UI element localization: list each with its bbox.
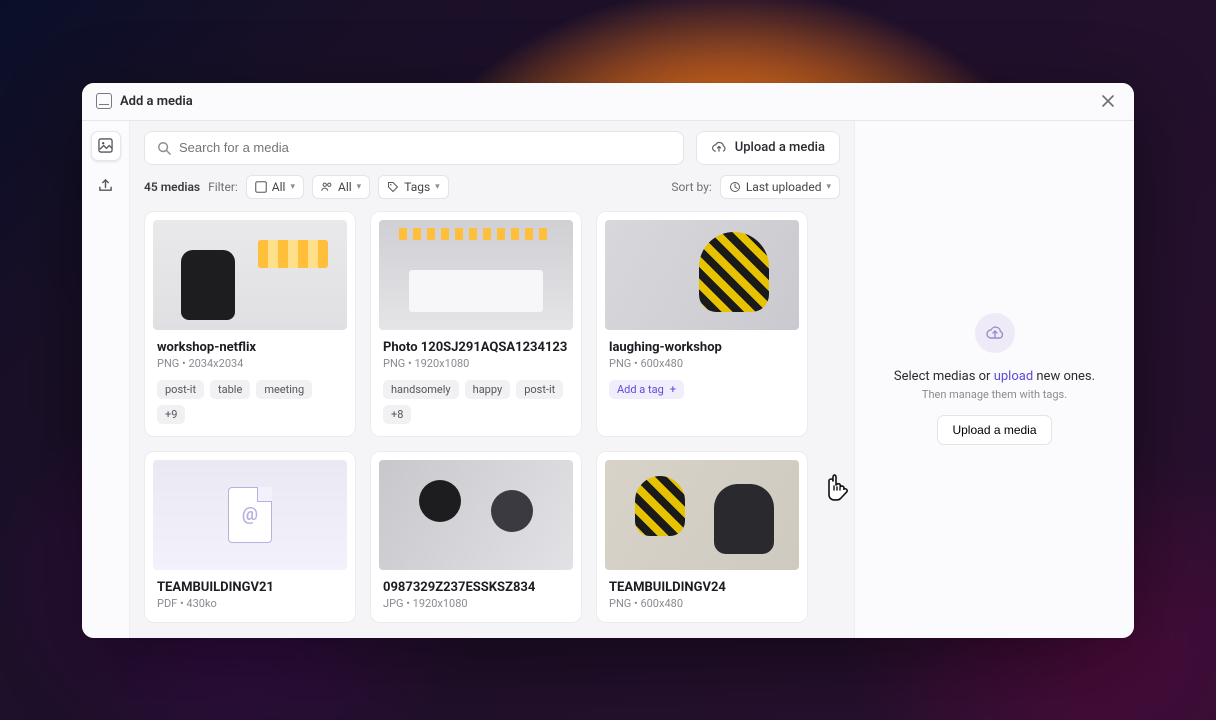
upload-label: Upload a media	[735, 140, 825, 155]
chevron-down-icon: ▾	[290, 182, 295, 192]
media-title: workshop-netflix	[157, 340, 343, 355]
media-thumbnail	[153, 460, 347, 570]
add-tag-label: Add a tag	[617, 383, 664, 396]
filter-label: Filter:	[208, 180, 238, 194]
upload-media-button[interactable]: Upload a media	[696, 131, 840, 165]
upload-tray-icon	[98, 178, 113, 193]
tag-chip[interactable]: handsomely	[383, 380, 459, 399]
media-meta: PNG • 600x480	[609, 597, 795, 610]
media-thumbnail	[379, 460, 573, 570]
document-icon	[228, 487, 272, 543]
msg-post: new ones.	[1033, 369, 1095, 384]
media-card[interactable]: Photo 120SJ291AQSA1234123 PNG • 1920x108…	[370, 211, 582, 437]
sort-select[interactable]: Last uploaded ▾	[720, 175, 840, 199]
media-meta: PNG • 600x480	[609, 357, 795, 370]
search-icon	[157, 141, 171, 155]
sort-label: Sort by:	[671, 180, 712, 194]
filter-type-label: All	[272, 180, 286, 194]
media-meta: PNG • 2034x2034	[157, 357, 343, 370]
image-icon	[98, 138, 113, 153]
rail-upload-button[interactable]	[91, 171, 121, 201]
tag-more[interactable]: +8	[383, 405, 411, 424]
filter-bar: 45 medias Filter: All ▾ All ▾ Tags ▾	[144, 175, 840, 199]
people-icon	[321, 181, 333, 193]
media-thumbnail	[379, 220, 573, 330]
rail-library-button[interactable]	[91, 131, 121, 161]
filter-type[interactable]: All ▾	[246, 175, 304, 199]
media-card[interactable]: 0987329Z237ESSKSZ834 JPG • 1920x1080	[370, 451, 582, 623]
add-tag-button[interactable]: Add a tag +	[609, 380, 684, 399]
cloud-icon	[975, 313, 1015, 353]
main-panel: Upload a media 45 medias Filter: All ▾ A…	[130, 121, 854, 638]
filter-people-label: All	[338, 180, 352, 194]
details-panel: Select medias or upload new ones. Then m…	[854, 121, 1134, 638]
media-title: Photo 120SJ291AQSA1234123	[383, 340, 569, 355]
plus-icon: +	[670, 383, 676, 396]
empty-message: Select medias or upload new ones.	[894, 369, 1095, 384]
media-card[interactable]: TEAMBUILDINGV24 PNG • 600x480	[596, 451, 808, 623]
media-meta: PNG • 1920x1080	[383, 357, 569, 370]
filter-people[interactable]: All ▾	[312, 175, 370, 199]
search-field[interactable]	[179, 140, 671, 155]
media-title: laughing-workshop	[609, 340, 795, 355]
media-title: TEAMBUILDINGV24	[609, 580, 795, 595]
tag-chip[interactable]: post-it	[157, 380, 204, 399]
chevron-down-icon: ▾	[435, 182, 440, 192]
modal-title: Add a media	[120, 94, 193, 109]
tag-chip[interactable]: happy	[465, 380, 511, 399]
side-rail	[82, 121, 130, 638]
media-count: 45 medias	[144, 180, 200, 194]
media-card[interactable]: TEAMBUILDINGV21 PDF • 430ko	[144, 451, 356, 623]
modal-titlebar: Add a media	[82, 83, 1134, 121]
cloud-upload-icon	[711, 140, 727, 156]
media-title: TEAMBUILDINGV21	[157, 580, 343, 595]
image-icon	[255, 181, 267, 193]
chevron-down-icon: ▾	[826, 182, 831, 192]
tag-chip[interactable]: post-it	[516, 380, 563, 399]
chevron-down-icon: ▾	[357, 182, 362, 192]
media-card[interactable]: laughing-workshop PNG • 600x480 Add a ta…	[596, 211, 808, 437]
media-meta: PDF • 430ko	[157, 597, 343, 610]
side-upload-button[interactable]: Upload a media	[937, 415, 1051, 445]
toolbar: Upload a media	[144, 131, 840, 165]
filter-tags[interactable]: Tags ▾	[378, 175, 449, 199]
tag-icon	[387, 181, 399, 193]
media-meta: JPG • 1920x1080	[383, 597, 569, 610]
media-thumbnail	[605, 460, 799, 570]
tag-chip[interactable]: table	[210, 380, 250, 399]
filter-tags-label: Tags	[404, 180, 430, 194]
msg-pre: Select medias or	[894, 369, 994, 384]
search-input[interactable]	[144, 131, 684, 165]
tag-chip[interactable]: meeting	[256, 380, 312, 399]
empty-subtext: Then manage them with tags.	[922, 388, 1067, 401]
media-card[interactable]: workshop-netflix PNG • 2034x2034 post-it…	[144, 211, 356, 437]
clock-icon	[729, 181, 741, 193]
media-title: 0987329Z237ESSKSZ834	[383, 580, 569, 595]
close-button[interactable]	[1096, 89, 1120, 113]
upload-link[interactable]: upload	[994, 369, 1033, 384]
tag-more[interactable]: +9	[157, 405, 185, 424]
media-modal: Add a media Upload a media	[82, 83, 1134, 638]
sort-value: Last uploaded	[746, 180, 822, 194]
media-grid: workshop-netflix PNG • 2034x2034 post-it…	[144, 211, 840, 623]
image-icon	[96, 93, 112, 109]
media-thumbnail	[605, 220, 799, 330]
media-thumbnail	[153, 220, 347, 330]
